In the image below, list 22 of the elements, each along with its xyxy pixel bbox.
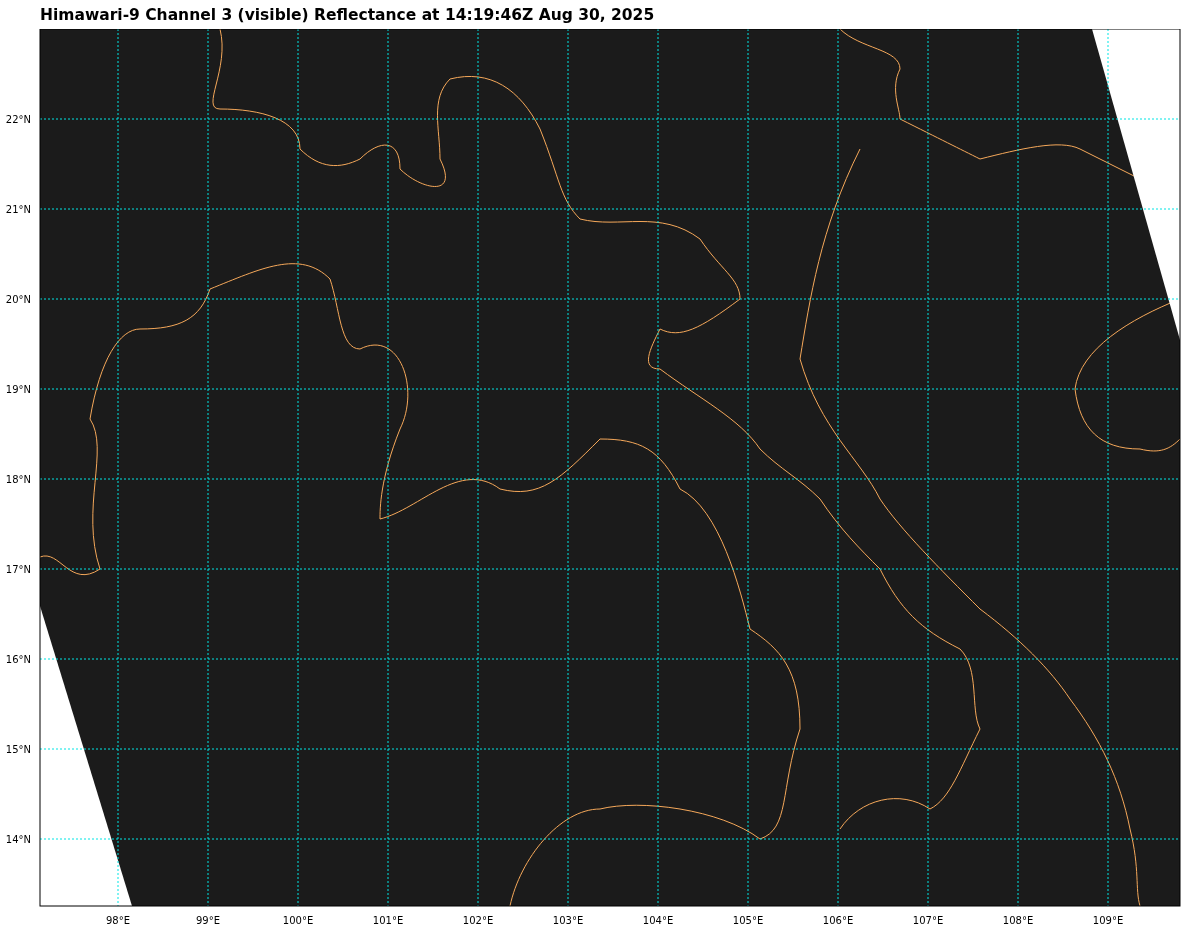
latitude-label: 16°N xyxy=(5,654,31,665)
latitude-label: 19°N xyxy=(5,384,31,395)
longitude-label: 106°E xyxy=(822,915,854,926)
map-title: Himawari-9 Channel 3 (visible) Reflectance at 14:19:46Z Aug 30, 2025 xyxy=(40,5,655,24)
longitude-label: 107°E xyxy=(912,915,944,926)
longitude-label: 102°E xyxy=(462,915,494,926)
longitude-label: 103°E xyxy=(552,915,584,926)
longitude-label: 98°E xyxy=(106,915,130,926)
longitude-label: 101°E xyxy=(372,915,404,926)
latitude-label: 18°N xyxy=(5,474,31,485)
latitude-label: 14°N xyxy=(5,834,31,845)
latitude-label: 15°N xyxy=(5,744,31,755)
longitude-label: 100°E xyxy=(282,915,314,926)
latitude-label: 17°N xyxy=(5,564,31,575)
longitude-label: 104°E xyxy=(642,915,674,926)
longitude-label: 109°E xyxy=(1092,915,1124,926)
latitude-label: 22°N xyxy=(5,114,31,125)
latitude-label: 20°N xyxy=(5,294,31,305)
longitude-label: 99°E xyxy=(196,915,220,926)
longitude-label: 108°E xyxy=(1002,915,1034,926)
longitude-label: 105°E xyxy=(732,915,764,926)
latitude-label: 21°N xyxy=(5,204,31,215)
